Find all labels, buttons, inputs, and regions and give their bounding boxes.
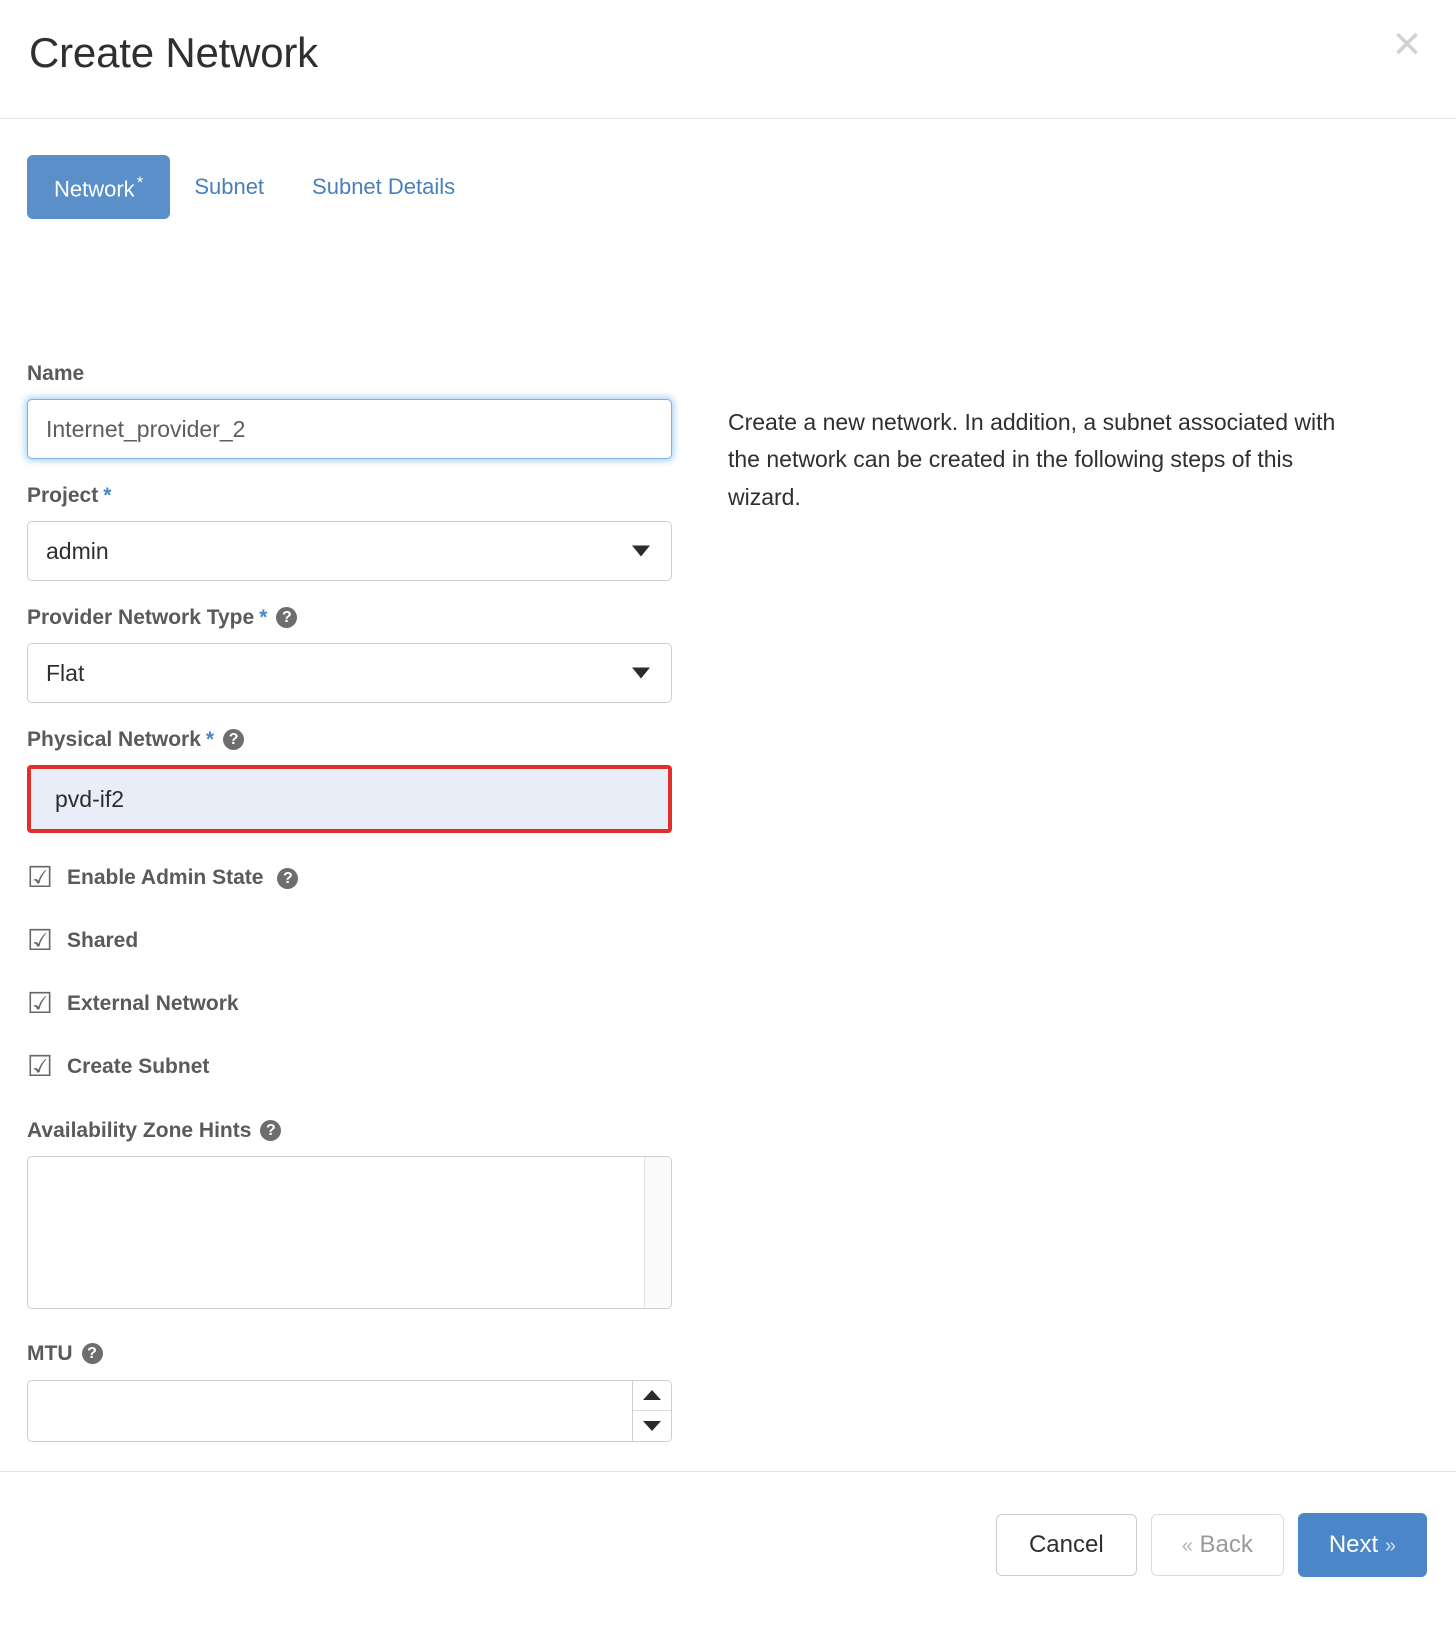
checkbox-create-subnet[interactable]: ☑ Create Subnet [27, 1052, 672, 1081]
checkbox-label: Shared [67, 928, 139, 952]
mtu-label: MTU ? [27, 1342, 672, 1365]
back-chevron-icon: « [1181, 1535, 1193, 1557]
checkbox-label: Enable Admin State [67, 865, 264, 889]
field-provider-network-type: Provider Network Type * ? Flat [27, 606, 672, 704]
availability-zone-hints-label: Availability Zone Hints ? [27, 1119, 672, 1142]
project-label: Project * [27, 484, 672, 507]
back-button-label: Back [1199, 1531, 1253, 1558]
listbox-scrollbar[interactable] [644, 1157, 671, 1309]
physical-network-label: Physical Network * ? [27, 728, 672, 751]
help-icon[interactable]: ? [260, 1120, 282, 1142]
mtu-stepper[interactable] [27, 1379, 672, 1442]
description-column: Create a new network. In addition, a sub… [728, 381, 1368, 539]
mtu-stepper-buttons [632, 1380, 671, 1441]
next-chevron-icon: » [1384, 1535, 1396, 1557]
tab-subnet-details[interactable]: Subnet Details [288, 160, 479, 214]
checkbox-label: External Network [67, 991, 239, 1015]
checkbox-external-network[interactable]: ☑ External Network [27, 989, 672, 1018]
project-select[interactable]: admin [27, 521, 672, 582]
tab-network-label: Network [54, 176, 135, 202]
checkbox-label: Create Subnet [67, 1054, 210, 1078]
footer-buttons: Cancel « Back Next » [995, 1513, 1427, 1577]
tab-subnet[interactable]: Subnet [170, 160, 288, 214]
create-network-dialog: Create Network ✕ Network * Subnet Subnet … [0, 0, 1456, 1632]
provider-network-type-required-marker: * [259, 606, 268, 630]
mtu-label-text: MTU [27, 1342, 73, 1366]
physical-network-input[interactable] [27, 765, 672, 834]
field-mtu: MTU ? [27, 1342, 672, 1442]
chevron-down-icon [632, 667, 650, 679]
cancel-button[interactable]: Cancel [995, 1514, 1137, 1576]
dialog-header: Create Network ✕ [0, 0, 1456, 119]
name-label-text: Name [27, 362, 85, 385]
close-icon[interactable]: ✕ [1384, 22, 1430, 68]
field-name: Name [27, 362, 672, 460]
availability-zone-hints-listbox[interactable] [27, 1156, 672, 1310]
project-selected-value: admin [46, 537, 109, 564]
tab-network[interactable]: Network * [27, 155, 171, 220]
wizard-tabs: Network * Subnet Subnet Details [27, 155, 479, 220]
provider-network-type-select[interactable]: Flat [27, 643, 672, 704]
checkbox-enable-admin-state[interactable]: ☑ Enable Admin State ? [27, 863, 672, 892]
project-required-marker: * [103, 484, 112, 508]
field-physical-network: Physical Network * ? [27, 728, 672, 834]
next-button-label: Next [1328, 1531, 1379, 1558]
mtu-increment-button[interactable] [633, 1380, 671, 1412]
checkbox-checked-icon: ☑ [27, 860, 53, 895]
arrow-down-icon [643, 1420, 661, 1431]
project-label-text: Project [27, 484, 99, 508]
project-select-wrap: admin [27, 521, 672, 582]
help-icon[interactable]: ? [277, 868, 299, 890]
dialog-description: Create a new network. In addition, a sub… [728, 409, 1336, 510]
field-availability-zone-hints: Availability Zone Hints ? [27, 1119, 672, 1310]
provider-network-type-select-wrap: Flat [27, 643, 672, 704]
physical-network-label-text: Physical Network [27, 728, 201, 752]
dialog-footer: Cancel « Back Next » [0, 1472, 1456, 1630]
help-icon[interactable]: ? [276, 607, 298, 629]
provider-network-type-label: Provider Network Type * ? [27, 606, 672, 629]
provider-network-type-label-text: Provider Network Type [27, 606, 255, 630]
tab-network-required-marker: * [136, 173, 144, 192]
checkbox-list: ☑ Enable Admin State ? ☑ Shared ☑ Extern… [27, 863, 672, 1081]
checkbox-checked-icon: ☑ [27, 1049, 53, 1084]
form-column: Name Project * admin [27, 362, 672, 1467]
checkbox-shared[interactable]: ☑ Shared [27, 926, 672, 955]
arrow-up-icon [643, 1390, 661, 1401]
name-input[interactable] [27, 399, 672, 460]
provider-network-type-selected-value: Flat [46, 659, 85, 686]
chevron-down-icon [632, 545, 650, 557]
field-project: Project * admin [27, 484, 672, 582]
availability-zone-hints-label-text: Availability Zone Hints [27, 1119, 252, 1143]
name-label: Name [27, 362, 672, 385]
mtu-decrement-button[interactable] [633, 1411, 671, 1441]
checkbox-checked-icon: ☑ [27, 923, 53, 958]
next-button[interactable]: Next » [1297, 1513, 1427, 1577]
back-button[interactable]: « Back [1150, 1514, 1284, 1576]
help-icon[interactable]: ? [81, 1343, 103, 1365]
physical-network-required-marker: * [205, 728, 215, 752]
checkbox-checked-icon: ☑ [27, 986, 53, 1021]
page-title: Create Network [29, 29, 318, 76]
help-icon[interactable]: ? [223, 729, 245, 751]
dialog-body: Network* Subnet Subnet Details Name Proj… [0, 119, 1456, 1472]
